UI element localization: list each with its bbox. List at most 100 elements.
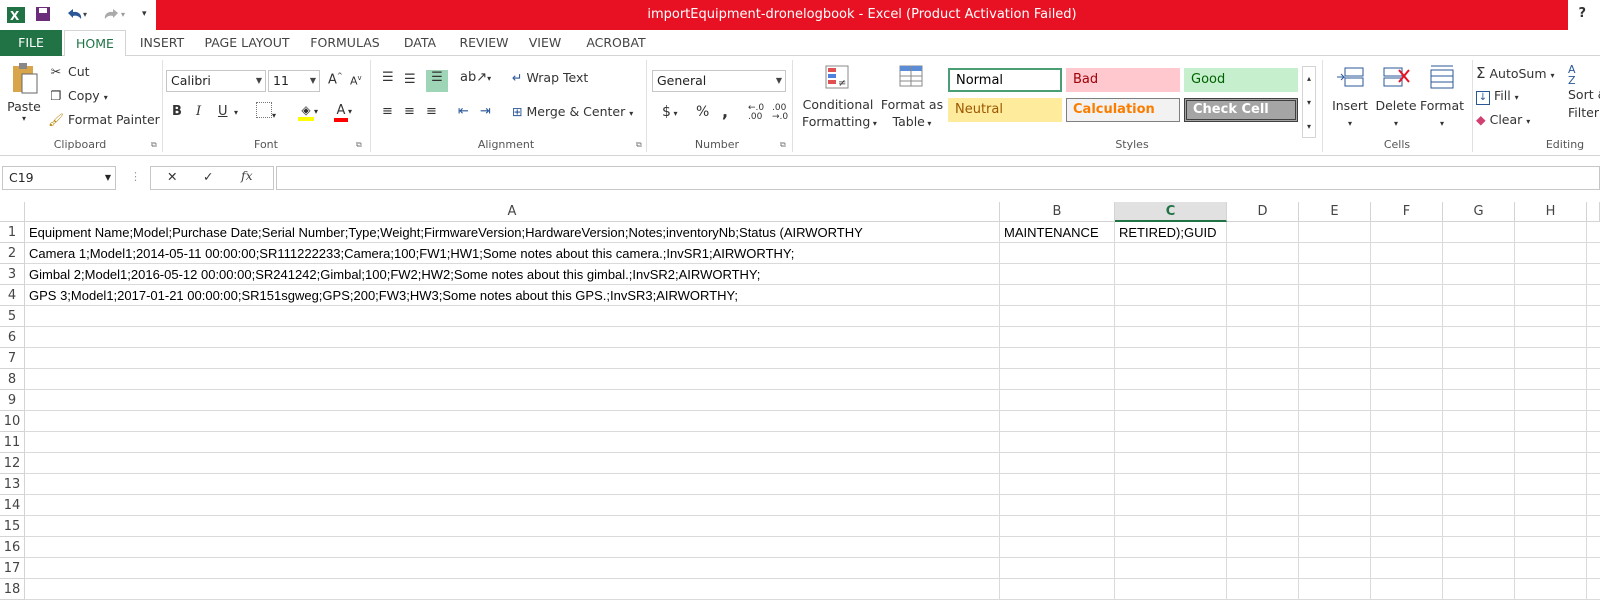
styles-gallery-scroll[interactable]: ▴ ▾ ▾ [1302, 66, 1316, 138]
underline-dropdown-icon[interactable]: ▾ [234, 108, 238, 117]
row-header[interactable]: 8 [0, 369, 25, 390]
row-header[interactable]: 1 [0, 222, 25, 243]
row-header[interactable]: 15 [0, 516, 25, 537]
align-center-icon[interactable]: ≡ [404, 104, 415, 119]
number-format-combo[interactable]: General ▼ [652, 70, 786, 92]
row-header[interactable]: 3 [0, 264, 25, 285]
copy-button[interactable]: ❐ Copy ▾ [48, 88, 107, 103]
merge-center-button[interactable]: ⊞ Merge & Center ▾ [512, 104, 633, 119]
help-button[interactable]: ? [1578, 6, 1586, 21]
row-header[interactable]: 4 [0, 285, 25, 306]
customize-qat-icon[interactable]: ▾ [142, 9, 147, 29]
row-header[interactable]: 14 [0, 495, 25, 516]
spreadsheet-grid[interactable]: A B C D E F G H 1 2 3 4 5 6 7 8 9 10 11 12 13 14 15 16 1… [0, 202, 1600, 602]
alignment-dialog-launcher-icon[interactable]: ⧉ [636, 140, 642, 150]
row-header[interactable]: 5 [0, 306, 25, 327]
row-header[interactable]: 11 [0, 432, 25, 453]
cell-a2[interactable]: Camera 1;Model1;2014-05-11 00:00:00;SR11… [25, 243, 1000, 264]
autosum-button[interactable]: Σ AutoSum ▾ [1476, 64, 1555, 82]
increase-decimal-icon[interactable]: ←.0.00 [748, 104, 764, 122]
bold-button[interactable]: B [172, 104, 182, 119]
insert-cells-button[interactable]: Insert ▾ [1328, 64, 1372, 133]
select-all-corner[interactable] [0, 202, 25, 222]
format-cells-button[interactable]: Format ▾ [1418, 64, 1466, 133]
cell-a1[interactable]: Equipment Name;Model;Purchase Date;Seria… [25, 222, 1000, 243]
save-icon[interactable] [34, 5, 52, 25]
insert-function-button[interactable]: fx [241, 168, 253, 183]
style-neutral[interactable]: Neutral [948, 98, 1062, 122]
percent-button[interactable]: % [696, 104, 709, 120]
name-box[interactable]: C19 ▼ [2, 166, 116, 190]
middle-align-icon[interactable]: ☰ [404, 72, 416, 87]
font-dialog-launcher-icon[interactable]: ⧉ [356, 140, 362, 150]
sort-filter-button[interactable]: AZ Sort & Filter [1568, 64, 1600, 122]
style-check-cell[interactable]: Check Cell [1184, 98, 1298, 122]
cell-a3[interactable]: Gimbal 2;Model1;2016-05-12 00:00:00;SR24… [25, 264, 1000, 285]
font-name-combo[interactable]: Calibri ▼ [166, 70, 266, 92]
tab-view[interactable]: VIEW [522, 30, 568, 56]
wrap-text-button[interactable]: ↵ Wrap Text [512, 70, 588, 85]
style-calculation[interactable]: Calculation [1066, 98, 1180, 122]
shrink-font-button[interactable]: Av [350, 74, 362, 88]
enter-icon[interactable]: ✓ [203, 169, 213, 184]
grow-font-button[interactable]: A^ [328, 72, 343, 87]
cell-a4[interactable]: GPS 3;Model1;2017-01-21 00:00:00;SR151sg… [25, 285, 1000, 306]
redo-icon[interactable]: ▾ [102, 5, 128, 25]
font-color-button[interactable]: A ▾ [334, 102, 352, 122]
format-painter-button[interactable]: 🖌 Format Painter [48, 112, 160, 128]
row-header[interactable]: 17 [0, 558, 25, 579]
style-normal[interactable]: Normal [948, 68, 1062, 92]
format-as-table-button[interactable]: Format as Table ▾ [880, 64, 944, 132]
tab-page-layout[interactable]: PAGE LAYOUT [196, 30, 298, 56]
row-header[interactable]: 9 [0, 390, 25, 411]
cell-b1[interactable]: MAINTENANCE [1000, 222, 1115, 243]
orientation-icon[interactable]: ab↗▾ [460, 70, 491, 85]
decrease-decimal-icon[interactable]: .00 →.0 [772, 104, 788, 122]
tab-review[interactable]: REVIEW [452, 30, 516, 56]
top-align-icon[interactable]: ☰ [382, 70, 394, 85]
bottom-align-icon[interactable]: ☰ [426, 70, 448, 92]
conditional-formatting-button[interactable]: ≠ Conditional Formatting ▾ [802, 64, 877, 132]
tab-data[interactable]: DATA [394, 30, 446, 56]
row-header[interactable]: 2 [0, 243, 25, 264]
column-header-b[interactable]: B [1000, 202, 1115, 222]
column-header-h[interactable]: H [1515, 202, 1587, 222]
currency-button[interactable]: $ ▾ [662, 104, 677, 120]
paste-button[interactable]: Paste ▾ [6, 62, 42, 123]
delete-cells-button[interactable]: Delete ▾ [1374, 64, 1418, 133]
row-header[interactable]: 18 [0, 579, 25, 600]
row-header[interactable]: 10 [0, 411, 25, 432]
tab-formulas[interactable]: FORMULAS [302, 30, 388, 56]
row-header[interactable]: 6 [0, 327, 25, 348]
clear-button[interactable]: ◆ Clear ▾ [1476, 112, 1530, 127]
italic-button[interactable]: I [196, 104, 201, 119]
fill-button[interactable]: ↓ Fill ▾ [1476, 88, 1519, 105]
row-header[interactable]: 12 [0, 453, 25, 474]
decrease-indent-icon[interactable]: ⇤ [458, 104, 469, 119]
cell-c1[interactable]: RETIRED);GUID [1115, 222, 1227, 243]
cancel-icon[interactable]: ✕ [167, 169, 177, 184]
formula-input[interactable] [276, 166, 1600, 190]
increase-indent-icon[interactable]: ⇥ [480, 104, 491, 119]
align-left-icon[interactable]: ≡ [382, 104, 393, 119]
font-size-combo[interactable]: 11 ▼ [268, 70, 320, 92]
style-bad[interactable]: Bad [1066, 68, 1180, 92]
row-header[interactable]: 16 [0, 537, 25, 558]
column-header-f[interactable]: F [1371, 202, 1443, 222]
column-header-d[interactable]: D [1227, 202, 1299, 222]
row-header[interactable]: 13 [0, 474, 25, 495]
undo-icon[interactable]: ▾ [64, 5, 90, 25]
fill-color-button[interactable]: ◈ ▾ [298, 102, 318, 121]
column-header-a[interactable]: A [25, 202, 1000, 222]
style-good[interactable]: Good [1184, 68, 1298, 92]
row-header[interactable]: 7 [0, 348, 25, 369]
align-right-icon[interactable]: ≡ [426, 104, 437, 119]
dialog-launcher-icon[interactable]: ⧉ [151, 140, 157, 150]
comma-button[interactable]: , [722, 102, 728, 121]
tab-insert[interactable]: INSERT [130, 30, 194, 56]
column-header-g[interactable]: G [1443, 202, 1515, 222]
tab-acrobat[interactable]: ACROBAT [574, 30, 658, 56]
number-dialog-launcher-icon[interactable]: ⧉ [780, 140, 786, 150]
tab-file[interactable]: FILE [0, 30, 62, 56]
underline-button[interactable]: U [218, 104, 228, 119]
